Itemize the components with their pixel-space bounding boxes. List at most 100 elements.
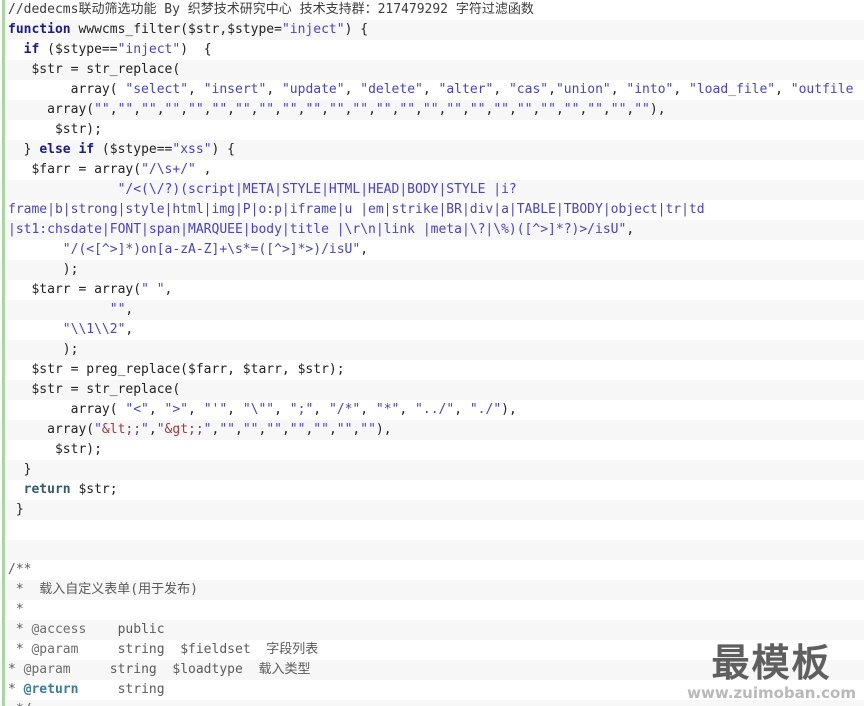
code-line[interactable]: "\\1\\2", [0,320,864,340]
code-token: "" [375,102,392,117]
code-token: , [626,222,635,237]
code-token: string $loadtype 载入类型 [70,662,311,677]
code-line[interactable]: } else if ($stype=="xss") { [0,140,864,160]
code-line[interactable]: "", [0,300,864,320]
code-token: * [8,622,32,637]
code-token: , [360,402,376,417]
code-lines-container[interactable]: //dedecms联动筛选功能 By 织梦技术研究中心 技术支持群：217479… [0,0,864,706]
code-line[interactable]: * [0,600,864,620]
code-token: "select" [125,82,189,97]
code-line[interactable]: /** [0,560,864,580]
code-token: , [148,402,165,417]
code-token: @access [31,622,87,637]
code-token: else [39,142,71,157]
code-line[interactable]: "/<(\/?)(script|META|STYLE|HTML|HEAD|BOD… [0,180,864,200]
code-line[interactable]: * @param string $fieldset 字段列表 [0,640,864,660]
code-line[interactable]: array( "select", "insert", "update", "de… [0,80,864,100]
code-token: * [8,642,32,657]
code-token: "" [164,102,181,117]
code-token: , [164,282,173,297]
code-token: "" [289,422,306,437]
code-line[interactable]: */ [0,700,864,706]
code-token: , [195,162,212,177]
code-token: @return [23,682,79,697]
code-line[interactable]: * @param string $loadtype 载入类型 [0,660,864,680]
code-token: "delete" [360,82,423,97]
code-token: "cas" [508,82,549,97]
code-line[interactable]: ); [0,340,864,360]
code-token: "outfile [790,82,854,97]
code-token: , [368,102,376,117]
code-token: "" [235,102,251,117]
code-token: , [281,422,290,437]
code-token: &gt; [164,422,196,437]
code-line[interactable]: * @return string [0,680,864,700]
code-line[interactable]: * @access public [0,620,864,640]
code-line[interactable]: //dedecms联动筛选功能 By 织梦技术研究中心 技术支持群：217479… [0,0,864,20]
code-token: "" [188,102,204,117]
code-line[interactable]: |st1:chsdate|FONT|span|MARQUEE|body|titl… [0,220,864,240]
code-line[interactable]: $tarr = array(" ", [0,280,864,300]
code-token: /** [8,562,32,577]
code-token: , [203,102,212,117]
code-token: , [328,422,337,437]
code-line[interactable]: return $str; [0,480,864,500]
code-token: string [78,682,165,697]
code-line[interactable]: frame|b|strong|style|html|img|P|o:p|ifra… [0,200,864,220]
code-line[interactable]: ); [0,260,864,280]
code-token: , [133,102,142,117]
code-line[interactable]: if ($stype=="inject") { [0,40,864,60]
code-line[interactable] [0,540,864,560]
code-token: "" [360,422,376,437]
code-token: ) { [344,22,369,37]
code-token: "" [540,102,556,117]
code-token: "load_file" [689,82,776,97]
code-line[interactable]: * 载入自定义表单(用于发布) [0,580,864,600]
code-line[interactable]: } [0,460,864,480]
code-token: function [8,22,71,37]
code-token: * [8,602,24,617]
code-token: , [415,102,423,117]
code-token: $tarr = array( [8,282,142,297]
code-token: "/<(\/?)(script|META|STYLE|HTML|HEAD|BOD… [117,182,517,197]
code-token: */ [8,702,32,706]
code-token: ;" [195,422,212,437]
code-token: , [462,102,470,117]
code-token: , [266,82,282,97]
code-line[interactable]: $str = preg_replace($farr, $tarr, $str); [0,360,864,380]
code-token: , [360,242,369,257]
code-line[interactable]: } [0,500,864,520]
code-token: , [602,102,611,117]
code-token: "" [336,422,353,437]
code-token: "" [266,422,282,437]
code-line[interactable]: function wwwcms_filter($str,$stype="inje… [0,20,864,40]
code-line[interactable]: $str = str_replace( [0,60,864,80]
code-token: "" [219,422,235,437]
code-token: , [344,82,361,97]
code-line[interactable] [0,520,864,540]
code-token: $str); [8,122,102,137]
code-token: , [321,102,329,117]
code-token: , [274,102,282,117]
code-token: ">" [164,402,189,417]
code-token: "" [141,102,157,117]
code-token: "" [305,102,322,117]
code-line[interactable]: array("&lt;;","&gt;;","","","","","","",… [0,420,864,440]
code-token: public [86,622,165,637]
code-line[interactable]: $str = str_replace( [0,380,864,400]
code-token: "\\1\\2" [62,322,126,337]
code-line[interactable]: "/(<[^>]*)on[a-zA-Z]+\s*=([^>]*>)/isU", [0,240,864,260]
code-token: ), [501,402,517,417]
code-line[interactable]: $str); [0,440,864,460]
code-line[interactable]: array( "<", ">", "'", "\"", ";", "/*", "… [0,400,864,420]
code-token: "xss" [172,142,212,157]
code-token: , [156,102,165,117]
code-line[interactable]: $str); [0,120,864,140]
code-line[interactable]: $farr = array("/\s+/" , [0,160,864,180]
code-token: } [8,462,32,477]
code-token: , [109,102,118,117]
code-line[interactable]: array("","","","","","","","","","","","… [0,100,864,120]
code-token: ;" [133,422,149,437]
